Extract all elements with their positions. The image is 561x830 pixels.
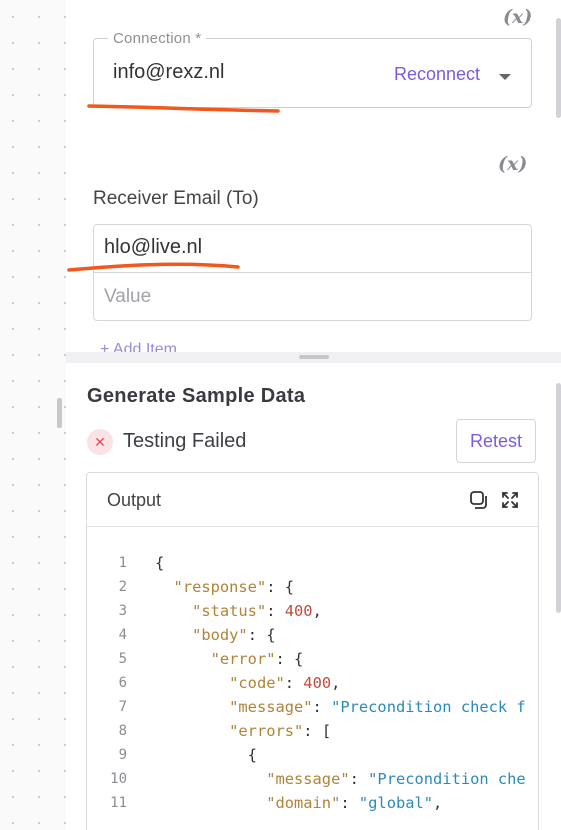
copy-icon[interactable] — [469, 490, 489, 510]
connection-value: info@rexz.nl — [113, 61, 225, 83]
receiver-email-input[interactable] — [94, 273, 531, 320]
variable-icon[interactable]: (x) — [503, 6, 532, 28]
code-line: 2 "response": { — [87, 575, 538, 599]
chevron-down-icon[interactable] — [499, 74, 511, 80]
code-text: "code": 400, — [229, 674, 341, 692]
output-header: Output — [87, 473, 538, 527]
code-line: 8 "errors": [ — [87, 719, 538, 743]
code-text: "body": { — [192, 626, 276, 644]
line-number: 2 — [118, 579, 127, 595]
output-title: Output — [107, 490, 162, 510]
line-number: 10 — [110, 771, 127, 787]
connection-label: Connection * — [108, 30, 207, 47]
code-line: 5 "error": { — [87, 647, 538, 671]
expand-icon[interactable] — [500, 490, 520, 510]
output-viewer: Output 1{2 "response": {3 "status": 400,… — [86, 472, 539, 830]
line-number: 8 — [118, 723, 127, 739]
receiver-email-list: hlo@live.nl — [93, 224, 532, 321]
panel-scrollbar[interactable] — [556, 18, 561, 118]
receiver-email-label: Receiver Email (To) — [93, 188, 259, 209]
code-text: "status": 400, — [192, 602, 322, 620]
connection-select[interactable]: Connection * info@rexz.nl Reconnect — [93, 30, 532, 108]
code-text: "message": "Precondition check f — [229, 698, 526, 716]
code-text: "domain": "global", — [266, 794, 443, 812]
line-number: 3 — [118, 603, 127, 619]
panel-divider[interactable] — [66, 352, 561, 363]
code-text: { — [155, 746, 257, 764]
code-line: 6 "code": 400, — [87, 671, 538, 695]
code-line: 4 "body": { — [87, 623, 538, 647]
line-number: 9 — [118, 747, 127, 763]
x-circle-icon: ✕ — [87, 429, 113, 455]
code-text: { — [155, 554, 165, 572]
line-number: 7 — [118, 699, 127, 715]
code-line: 1{ — [87, 551, 538, 575]
line-number: 11 — [110, 795, 127, 811]
variable-icon[interactable]: (x) — [498, 153, 527, 175]
code-text: "response": { — [173, 578, 295, 596]
code-text: "error": { — [210, 650, 304, 668]
drag-handle-icon[interactable] — [299, 355, 329, 359]
output-scrollbar[interactable] — [556, 383, 561, 613]
code-line: 7 "message": "Precondition check f — [87, 695, 538, 719]
code-line: 3 "status": 400, — [87, 599, 538, 623]
test-status-text: Testing Failed — [123, 430, 247, 452]
retest-button[interactable]: Retest — [456, 419, 536, 463]
section-title: Generate Sample Data — [87, 385, 306, 407]
step-config-panel: (x) Connection * info@rexz.nl Reconnect … — [66, 0, 561, 352]
json-code-block: 1{2 "response": {3 "status": 400, 4 "body… — [87, 551, 538, 815]
code-line: 11 "domain": "global", — [87, 791, 538, 815]
code-line: 10 "message": "Precondition che — [87, 767, 538, 791]
add-item-button[interactable]: + Add Item — [100, 341, 177, 352]
code-text: "message": "Precondition che — [266, 770, 526, 788]
receiver-email-value: hlo@live.nl — [104, 236, 203, 258]
line-number: 1 — [118, 555, 127, 571]
line-number: 4 — [118, 627, 127, 643]
code-line: 9 { — [87, 743, 538, 767]
code-text: "errors": [ — [229, 722, 332, 740]
list-item[interactable]: hlo@live.nl — [94, 225, 531, 273]
panel-resize-handle[interactable] — [57, 398, 62, 428]
reconnect-link[interactable]: Reconnect — [394, 64, 480, 85]
line-number: 6 — [118, 675, 127, 691]
line-number: 5 — [118, 651, 127, 667]
sample-data-panel: Generate Sample Data ✕ Testing Failed Re… — [66, 363, 561, 830]
